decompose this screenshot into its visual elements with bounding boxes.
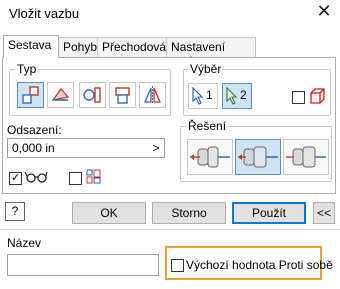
ok-button[interactable]: OK — [72, 202, 146, 224]
mate-solution-icon — [190, 146, 230, 168]
undirected-solution-icon — [286, 146, 326, 168]
name-input[interactable] — [7, 254, 159, 276]
window-title: Vložit vazbu — [9, 6, 80, 21]
close-icon[interactable]: ✕ — [314, 2, 334, 22]
help-button[interactable]: ? — [5, 202, 25, 221]
tab-nastaveni-vazby[interactable]: Nastavení vazby — [166, 37, 256, 68]
offset-value: 0,000 in — [12, 141, 55, 155]
flush-solution-icon — [238, 146, 278, 168]
apply-button[interactable]: Použít — [232, 202, 306, 224]
select-first-button[interactable]: 1 — [188, 83, 218, 109]
flush-solution-button[interactable] — [235, 139, 281, 175]
mate-constraint-button[interactable] — [17, 82, 44, 108]
symmetry-icon — [144, 86, 161, 104]
collapse-button[interactable]: << — [313, 202, 335, 224]
name-label: Název — [7, 236, 42, 250]
solution-group-label: Řešení — [186, 119, 229, 133]
mate-solution-button[interactable] — [187, 139, 233, 175]
glasses-icon — [24, 171, 48, 183]
offset-label: Odsazení: — [7, 123, 62, 137]
angle-constraint-button[interactable] — [47, 82, 74, 108]
glasses-checkbox[interactable]: ✓ — [9, 172, 22, 185]
selection-group-label: Výběr — [188, 62, 224, 76]
preview-blocks-icon — [86, 169, 101, 184]
select-second-button[interactable]: 2 — [222, 83, 252, 109]
insert-icon — [115, 87, 130, 104]
red-cube-icon — [310, 88, 325, 104]
select-second-label: 2 — [240, 88, 247, 102]
undirected-solution-button[interactable] — [283, 139, 329, 175]
tangent-icon — [83, 87, 101, 103]
default-opposite-label: Výchozí hodnota Proti sobě — [186, 258, 333, 272]
default-opposite-checkbox[interactable] — [171, 259, 184, 272]
type-group-label: Typ — [15, 62, 39, 76]
cursor-arrow-icon — [192, 87, 204, 105]
cursor-arrow-icon — [226, 87, 238, 105]
tab-pohyb[interactable]: Pohyb — [58, 37, 98, 57]
cancel-button[interactable]: Storno — [152, 202, 226, 224]
symmetry-constraint-button[interactable] — [139, 82, 166, 108]
highlight-checkbox[interactable] — [292, 91, 305, 104]
tab-prechodova[interactable]: Přechodová — [97, 37, 167, 57]
insert-constraint-button[interactable] — [109, 82, 136, 108]
angle-icon — [51, 88, 70, 101]
offset-input[interactable]: 0,000 in — [7, 138, 165, 158]
offset-arrow-button[interactable]: > — [148, 139, 164, 157]
mate-icon — [22, 86, 39, 104]
select-first-label: 1 — [206, 88, 213, 102]
tangent-constraint-button[interactable] — [79, 82, 106, 108]
preview-checkbox[interactable] — [69, 172, 82, 185]
tab-sestava[interactable]: Sestava — [3, 35, 59, 58]
divider — [0, 229, 340, 230]
